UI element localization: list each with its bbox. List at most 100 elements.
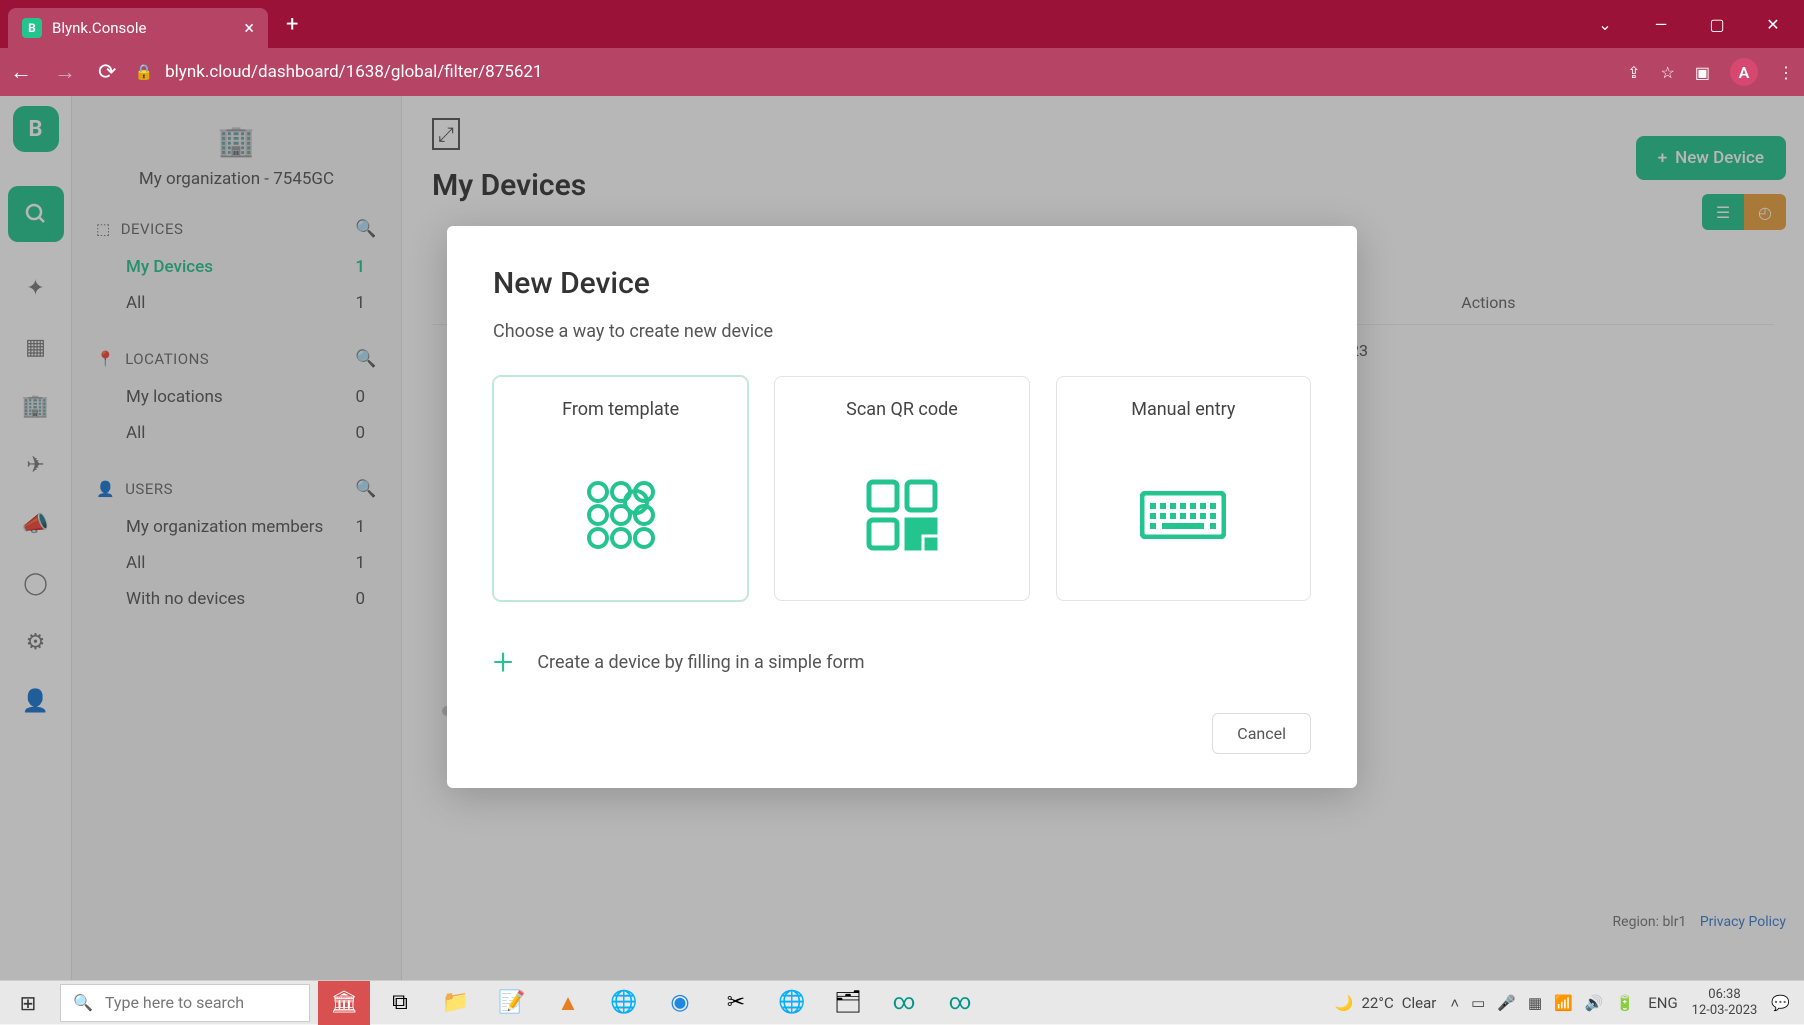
sidebar-item-label: All: [126, 423, 145, 443]
weather-icon: 🌙: [1335, 994, 1354, 1012]
search-icon[interactable]: 🔍: [355, 479, 377, 499]
browser-tab-strip: B Blynk.Console × + ⌄ ― ▢ ✕: [0, 0, 1804, 48]
kebab-icon[interactable]: ⋮: [1778, 63, 1794, 82]
card-title: Scan QR code: [775, 399, 1028, 420]
chevron-down-icon[interactable]: ⌄: [1582, 4, 1628, 44]
section-devices: ⬚ DEVICES 🔍: [72, 209, 401, 249]
forward-icon[interactable]: →: [54, 59, 76, 85]
region-bar: Region: blr1 Privacy Policy: [1613, 914, 1786, 930]
option-manual-entry[interactable]: Manual entry: [1056, 376, 1311, 601]
taskbar-snip-icon[interactable]: ✂: [710, 981, 762, 1025]
reload-icon[interactable]: ⟳: [98, 60, 116, 85]
weather-cond: Clear: [1402, 994, 1437, 1012]
drive-icon[interactable]: ▭: [1471, 994, 1485, 1012]
battery-icon[interactable]: 🔋: [1616, 994, 1635, 1012]
section-title: LOCATIONS: [125, 350, 209, 368]
sidebar-item-all-locations[interactable]: All 0: [72, 415, 401, 451]
timeline-view-button[interactable]: ◴: [1744, 194, 1786, 230]
app-shell: B ✦ ▦ 🏢 ✈ 📣 ◯ ⚙ 👤 🏢 My organization - 75…: [0, 96, 1804, 980]
taskbar-app[interactable]: 🏛: [318, 981, 370, 1025]
col-actions: Actions: [1461, 293, 1515, 312]
taskbar-edge-icon[interactable]: ◉: [654, 981, 706, 1025]
privacy-link[interactable]: Privacy Policy: [1700, 914, 1786, 930]
new-device-button[interactable]: + New Device: [1636, 136, 1786, 180]
url-field[interactable]: 🔒 blynk.cloud/dashboard/1638/global/filt…: [134, 62, 1609, 82]
taskbar-files-icon[interactable]: 🗂: [822, 981, 874, 1025]
sidebar-item-label: With no devices: [126, 589, 245, 609]
sidebar-item-count: 0: [355, 387, 365, 407]
sidebar-item-count: 0: [355, 589, 365, 609]
circle-icon[interactable]: ◯: [23, 571, 48, 596]
list-view-button[interactable]: ☰: [1702, 194, 1744, 230]
notifications-icon[interactable]: 💬: [1771, 994, 1790, 1012]
card-title: From template: [494, 399, 747, 420]
search-icon: 🔍: [73, 993, 93, 1012]
sidebar-item-my-locations[interactable]: My locations 0: [72, 379, 401, 415]
expand-icon[interactable]: ⤢: [432, 118, 460, 150]
new-device-modal: New Device Choose a way to create new de…: [447, 226, 1357, 788]
minimize-icon[interactable]: ―: [1638, 4, 1684, 44]
brand-logo[interactable]: B: [13, 106, 59, 152]
user-icon[interactable]: 👤: [22, 689, 49, 714]
taskbar-search[interactable]: 🔍 Type here to search: [60, 984, 310, 1022]
taskbar-weather[interactable]: 🌙 22°C Clear: [1335, 994, 1437, 1012]
url-text: blynk.cloud/dashboard/1638/global/filter…: [165, 62, 542, 82]
megaphone-icon[interactable]: 📣: [22, 512, 49, 537]
bookmark-icon[interactable]: ☆: [1661, 63, 1675, 82]
taskbar-chrome-icon[interactable]: 🌐: [598, 981, 650, 1025]
start-button[interactable]: ⊞: [0, 981, 56, 1025]
sidebar-item-no-devices[interactable]: With no devices 0: [72, 581, 401, 617]
taskbar-arduino2-icon[interactable]: ∞: [934, 981, 986, 1025]
taskbar-explorer-icon[interactable]: 📁: [430, 981, 482, 1025]
building-icon[interactable]: 🏢: [22, 394, 49, 419]
back-icon[interactable]: ←: [10, 59, 32, 85]
maximize-icon[interactable]: ▢: [1694, 4, 1740, 44]
taskbar-arduino-icon[interactable]: ∞: [878, 981, 930, 1025]
taskbar-clock[interactable]: 06:38 12-03-2023: [1692, 987, 1758, 1018]
org-block[interactable]: 🏢 My organization - 7545GC: [72, 114, 401, 209]
meet-icon[interactable]: ▦: [1528, 994, 1542, 1012]
tab-close-icon[interactable]: ×: [244, 18, 254, 39]
search-placeholder: Type here to search: [105, 993, 244, 1012]
grid-icon[interactable]: ▦: [25, 335, 46, 360]
sidebar-item-my-devices[interactable]: My Devices 1: [72, 249, 401, 285]
rail-search-icon[interactable]: [8, 186, 64, 242]
template-icon: [494, 480, 747, 550]
new-tab-button[interactable]: +: [286, 12, 298, 37]
sidebar-item-all-users[interactable]: All 1: [72, 545, 401, 581]
wifi-icon[interactable]: 📶: [1554, 994, 1573, 1012]
mic-icon[interactable]: 🎤: [1497, 994, 1516, 1012]
taskbar-taskview-icon[interactable]: ⧉: [374, 981, 426, 1025]
option-scan-qr[interactable]: Scan QR code: [774, 376, 1029, 601]
plus-icon: +: [493, 641, 513, 683]
share-icon[interactable]: ⇪: [1627, 63, 1640, 82]
profile-avatar[interactable]: A: [1730, 58, 1758, 86]
browser-tab[interactable]: B Blynk.Console ×: [8, 8, 268, 48]
option-from-template[interactable]: From template: [493, 376, 748, 601]
sidebar-item-org-members[interactable]: My organization members 1: [72, 509, 401, 545]
plus-icon: +: [1658, 148, 1667, 168]
chevron-up-icon[interactable]: ˄: [1450, 994, 1459, 1012]
taskbar-lang[interactable]: ENG: [1648, 994, 1677, 1012]
sidebar-item-count: 1: [355, 553, 365, 573]
cancel-button[interactable]: Cancel: [1212, 713, 1311, 754]
close-icon[interactable]: ✕: [1750, 4, 1796, 44]
send-icon[interactable]: ✈: [26, 453, 44, 478]
sidebar: 🏢 My organization - 7545GC ⬚ DEVICES 🔍 M…: [72, 96, 402, 980]
cube-icon: ⬚: [96, 220, 111, 238]
search-icon[interactable]: 🔍: [355, 219, 377, 239]
keyboard-icon: [1057, 480, 1310, 550]
sidebar-item-all-devices[interactable]: All 1: [72, 285, 401, 321]
create-form-line[interactable]: + Create a device by filling in a simple…: [493, 641, 1311, 683]
taskbar-vlc-icon[interactable]: ▲: [542, 981, 594, 1025]
reader-icon[interactable]: ▣: [1695, 63, 1710, 82]
search-icon[interactable]: 🔍: [355, 349, 377, 369]
sidebar-item-label: All: [126, 553, 145, 573]
gear-icon[interactable]: ⚙: [26, 630, 46, 655]
taskbar-notepad-icon[interactable]: 📝: [486, 981, 538, 1025]
card-title: Manual entry: [1057, 399, 1310, 420]
address-bar: ← → ⟳ 🔒 blynk.cloud/dashboard/1638/globa…: [0, 48, 1804, 96]
sparkle-icon[interactable]: ✦: [26, 276, 44, 301]
taskbar-chrome2-icon[interactable]: 🌐: [766, 981, 818, 1025]
volume-icon[interactable]: 🔊: [1585, 994, 1604, 1012]
